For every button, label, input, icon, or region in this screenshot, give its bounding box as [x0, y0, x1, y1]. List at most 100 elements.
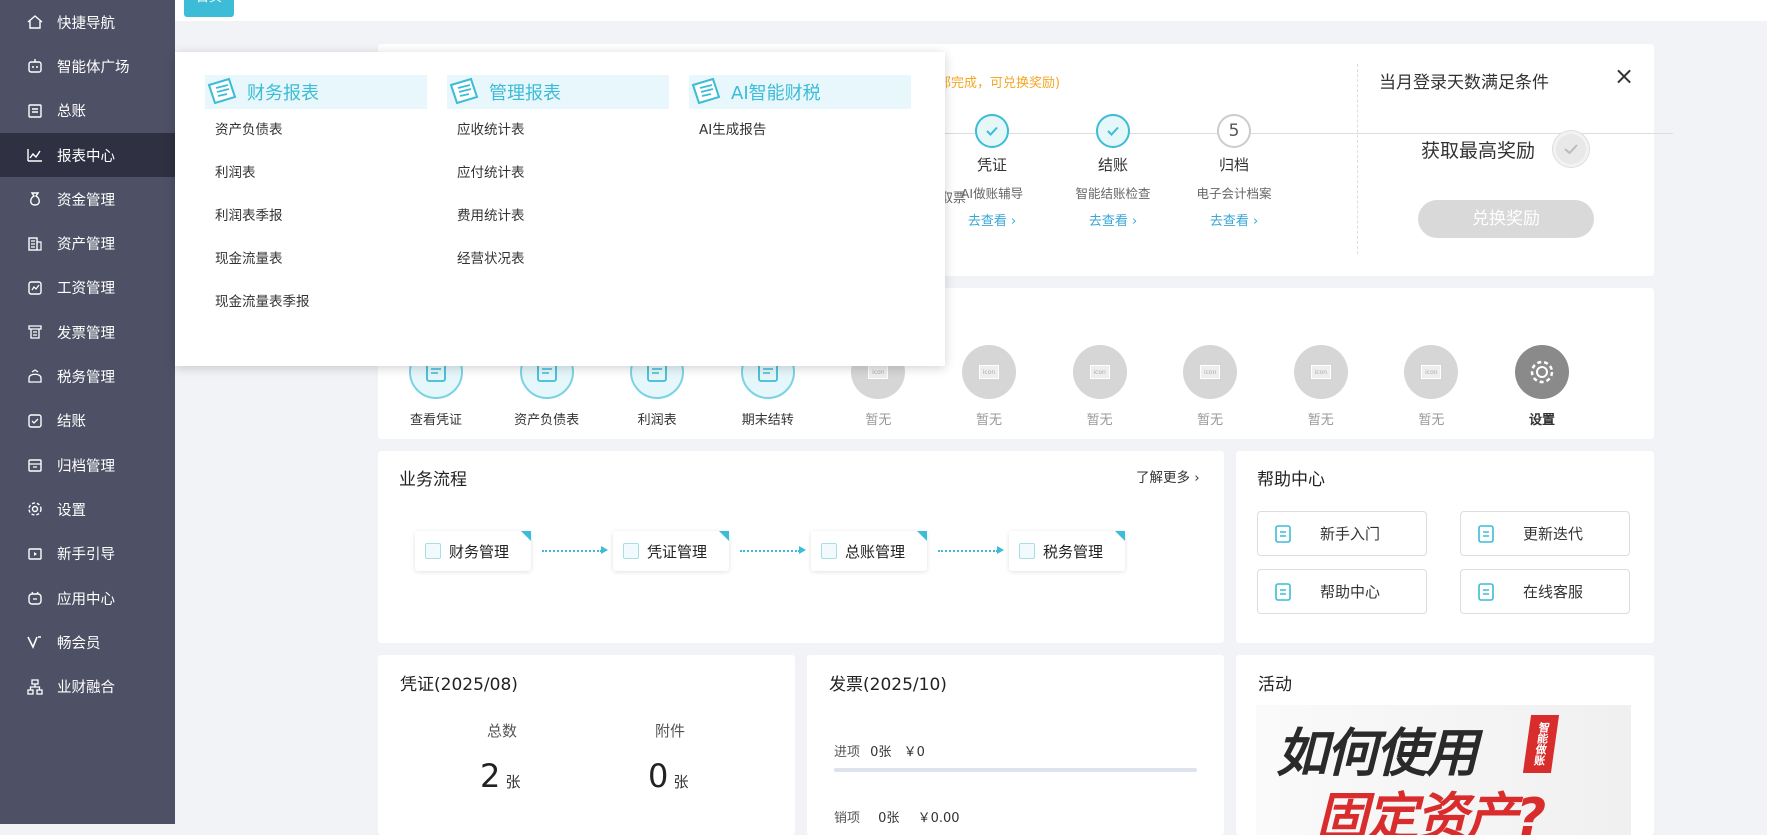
learn-more-link[interactable]: 了解更多 › — [1136, 466, 1200, 486]
flow-node-icon — [425, 543, 441, 559]
dropdown-item[interactable]: 应收统计表 — [447, 109, 669, 152]
redeem-button[interactable]: 兑换奖励 — [1418, 200, 1594, 238]
sidebar-item-label: 总账 — [57, 104, 86, 121]
dropdown-item[interactable]: AI生成报告 — [689, 109, 911, 152]
sidebar-item-14[interactable]: 畅会员 — [0, 620, 175, 664]
quick-action-label: 暂无 — [1418, 413, 1445, 428]
step-link[interactable]: 去查看 › — [1179, 210, 1289, 229]
sidebar-item-label: 业财融合 — [57, 680, 115, 697]
tab-home[interactable]: 首页 — [184, 0, 234, 17]
quick-action-label: 暂无 — [975, 413, 1002, 428]
sidebar-item-label: 畅会员 — [57, 635, 101, 652]
sidebar-item-11[interactable]: 设置 — [0, 487, 175, 531]
flow-arrow — [542, 546, 608, 554]
close-icon[interactable]: × — [1614, 62, 1634, 90]
help-button-label: 更新迭代 — [1522, 525, 1583, 543]
flow-node-label: 总账管理 — [845, 542, 906, 561]
dropdown-item[interactable]: 资产负债表 — [205, 109, 427, 152]
flow-node-icon — [1019, 543, 1035, 559]
activity-banner[interactable]: 如何使用 智能做账 固定资产? — [1256, 705, 1631, 835]
help-center-card: 帮助中心 新手入门 更新迭代 帮助中心 在线客服 — [1236, 451, 1654, 643]
sidebar-item-label: 快捷导航 — [57, 15, 115, 32]
sidebar-item-label: 归档管理 — [57, 458, 115, 475]
help-button-2[interactable]: 帮助中心 — [1257, 569, 1427, 614]
step-link-label: 去查看 — [967, 214, 1007, 229]
checkout-icon — [26, 412, 44, 430]
sidebar-item-3[interactable]: 报表中心 — [0, 132, 175, 178]
sidebar-item-8[interactable]: 税务管理 — [0, 354, 175, 398]
placeholder-icon-tag: icon — [1089, 365, 1110, 379]
dropdown-item[interactable]: 现金流量表季报 — [205, 281, 427, 324]
quick-action-9[interactable]: icon 暂无 — [1386, 345, 1476, 428]
step-name: 凭证 — [976, 156, 1007, 174]
sidebar-item-0[interactable]: 快捷导航 — [0, 0, 175, 44]
help-doc-icon — [1275, 582, 1291, 601]
dropdown-column-title: AI智能财税 — [731, 83, 821, 104]
dropdown-column-header: AI智能财税 — [689, 75, 911, 109]
archive-icon — [26, 456, 44, 474]
flow-node-0[interactable]: 财务管理 — [415, 531, 531, 571]
home-icon — [26, 13, 44, 31]
quick-action-6[interactable]: icon 暂无 — [1055, 345, 1145, 428]
dropdown-column-title: 管理报表 — [489, 83, 561, 104]
invoice-in-label: 进项 — [834, 745, 861, 760]
dropdown-item[interactable]: 经营状况表 — [447, 238, 669, 281]
sidebar-item-label: 资金管理 — [57, 192, 115, 209]
step-link-label: 去查看 — [1209, 214, 1249, 229]
dropdown-item[interactable]: 利润表 — [205, 152, 427, 195]
help-button-1[interactable]: 更新迭代 — [1460, 511, 1630, 556]
step-2: 5 归档 电子会计档案 去查看 › — [1179, 114, 1289, 229]
divider — [1357, 64, 1358, 254]
sidebar-item-label: 新手引导 — [57, 547, 115, 564]
help-button-0[interactable]: 新手入门 — [1257, 511, 1427, 556]
salary-icon — [26, 279, 44, 297]
invoice-in-count: 0张 — [870, 745, 892, 760]
ledger-icon — [26, 102, 44, 120]
sidebar-item-15[interactable]: 业财融合 — [0, 664, 175, 708]
dropdown-item[interactable]: 利润表季报 — [205, 195, 427, 238]
business-flow-title: 业务流程 — [399, 470, 467, 490]
sidebar-item-5[interactable]: 资产管理 — [0, 221, 175, 265]
report-center-dropdown: 财务报表 资产负债表 利润表 利润表季报 现金流量表 现金流量表季报 管理报表 应收统计表 应付… — [175, 52, 945, 366]
sidebar-item-9[interactable]: 结账 — [0, 399, 175, 443]
dropdown-item[interactable]: 费用统计表 — [447, 195, 669, 238]
quick-action-label: 暂无 — [1086, 413, 1113, 428]
voucher-attach: 0 张 — [648, 757, 688, 795]
sidebar-item-6[interactable]: 工资管理 — [0, 266, 175, 310]
placeholder-icon: icon — [1183, 345, 1238, 399]
placeholder-icon: icon — [1072, 345, 1127, 399]
dropdown-item[interactable]: 应付统计表 — [447, 152, 669, 195]
quick-action-5[interactable]: icon 暂无 — [944, 345, 1034, 428]
sidebar: 快捷导航智能体广场总账报表中心资金管理资产管理 工资管理发票管理税务管理 结账归档管… — [0, 0, 175, 824]
sidebar-item-2[interactable]: 总账 — [0, 89, 175, 133]
ai-tax-icon — [691, 77, 721, 105]
quick-action-label: 利润表 — [637, 413, 677, 428]
step-1: 结账 智能结账检查 去查看 › — [1058, 114, 1168, 229]
voucher-total-value: 2 — [480, 757, 501, 795]
flow-node-icon — [821, 543, 837, 559]
sidebar-item-7[interactable]: 发票管理 — [0, 310, 175, 354]
quick-action-8[interactable]: icon 暂无 — [1276, 345, 1366, 428]
help-button-3[interactable]: 在线客服 — [1460, 569, 1630, 614]
quick-action-10[interactable]: 设置 — [1497, 345, 1587, 428]
sidebar-item-4[interactable]: 资金管理 — [0, 177, 175, 221]
flow-arrow — [740, 546, 806, 554]
invoice-in-bar — [834, 768, 1197, 772]
quick-action-7[interactable]: icon 暂无 — [1165, 345, 1255, 428]
sidebar-item-label: 发票管理 — [57, 325, 115, 342]
sidebar-item-1[interactable]: 智能体广场 — [0, 44, 175, 88]
sidebar-item-10[interactable]: 归档管理 — [0, 443, 175, 487]
flow-node-1[interactable]: 凭证管理 — [613, 531, 729, 571]
dropdown-item[interactable]: 现金流量表 — [205, 238, 427, 281]
step-number: 5 — [1217, 114, 1251, 148]
sidebar-item-13[interactable]: 应用中心 — [0, 576, 175, 620]
sidebar-item-label: 报表中心 — [57, 148, 115, 165]
placeholder-icon-tag: icon — [1310, 365, 1331, 379]
flow-node-3[interactable]: 税务管理 — [1009, 531, 1125, 571]
step-link[interactable]: 去查看 › — [937, 210, 1047, 229]
corner-marker — [719, 531, 729, 541]
voucher-attach-label: 附件 — [655, 722, 686, 740]
flow-node-2[interactable]: 总账管理 — [811, 531, 927, 571]
sidebar-item-12[interactable]: 新手引导 — [0, 532, 175, 576]
step-link[interactable]: 去查看 › — [1058, 210, 1168, 229]
